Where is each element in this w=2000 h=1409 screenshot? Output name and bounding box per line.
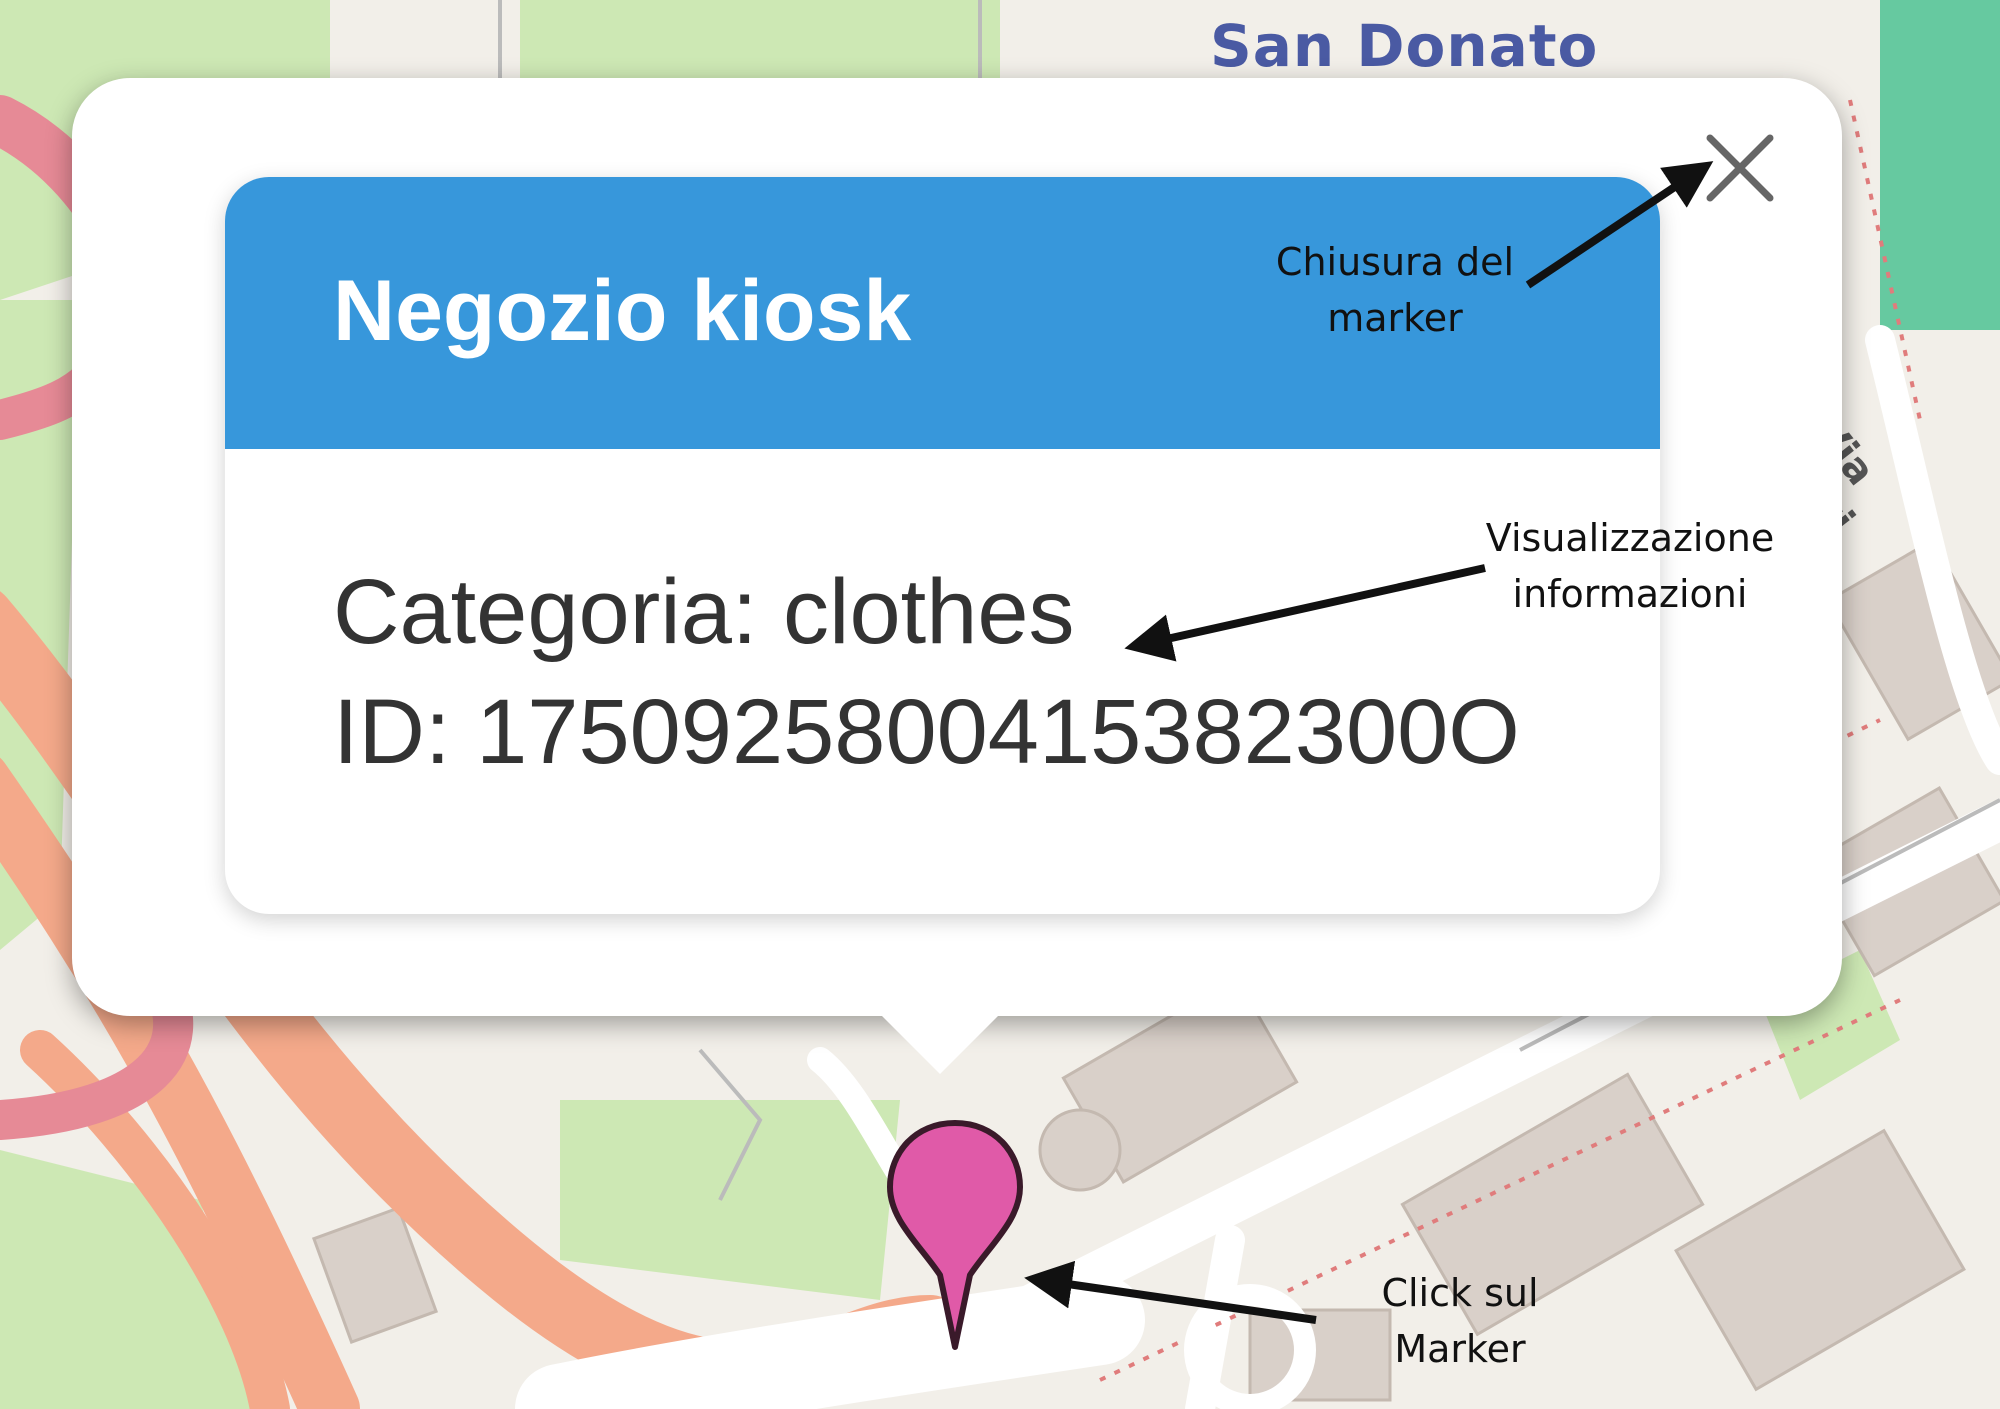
id-text: ID: 1750925800415382300O (333, 681, 1520, 783)
annotation-info-line2: informazioni (1512, 572, 1748, 616)
annotation-info-line1: Visualizzazione (1485, 516, 1775, 560)
annotation-info: Visualizzazione informazioni (1470, 510, 1790, 622)
annotation-marker: Click sul Marker (1360, 1265, 1560, 1377)
popup-tip (878, 1012, 1002, 1074)
annotation-marker-line1: Click sul (1381, 1271, 1539, 1315)
popup-title: Negozio kiosk (333, 263, 912, 359)
annotation-close-line2: marker (1327, 296, 1463, 340)
map-screenshot: San Donato Via Cavi Negozio kiosk Catego… (0, 0, 2000, 1409)
info-card-body: Categoria: clothes ID: 17509258004153823… (333, 552, 1520, 792)
close-button[interactable] (1700, 128, 1780, 208)
map-pin-icon[interactable] (880, 1115, 1030, 1355)
annotation-close-line1: Chiusura del (1275, 240, 1515, 284)
category-text: Categoria: clothes (333, 561, 1075, 663)
district-label: San Donato (1210, 12, 1599, 80)
close-icon (1706, 134, 1774, 202)
annotation-marker-line2: Marker (1394, 1327, 1526, 1371)
annotation-close: Chiusura del marker (1245, 234, 1545, 346)
